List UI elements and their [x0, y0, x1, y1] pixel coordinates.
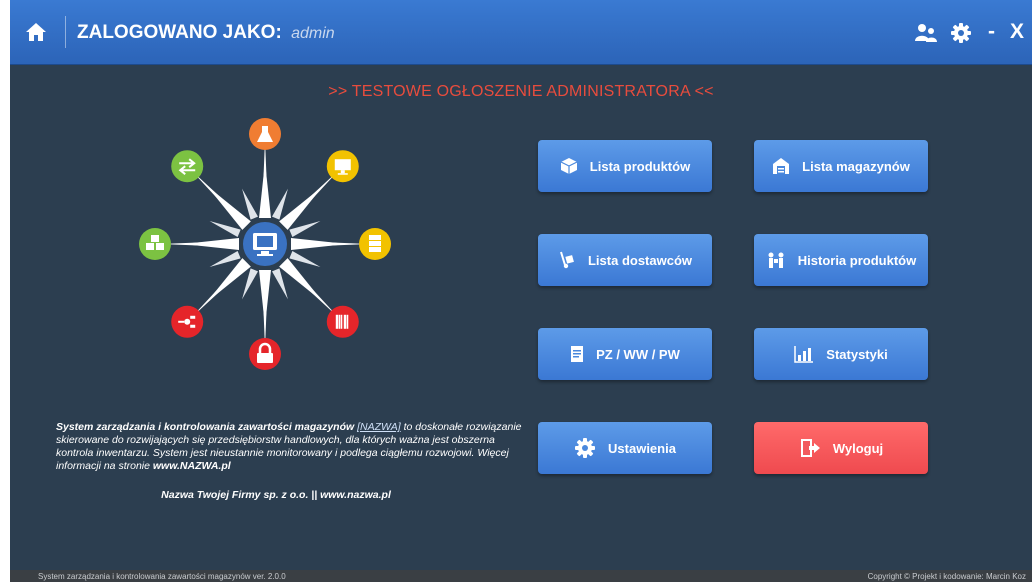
transfer-icon	[171, 150, 204, 183]
hand-truck-icon	[558, 251, 576, 269]
statistics-button[interactable]: Statystyki	[754, 328, 928, 380]
gear-icon	[951, 23, 971, 43]
spike	[259, 140, 271, 218]
spike	[291, 238, 369, 250]
products-list-button[interactable]: Lista produktów	[538, 140, 712, 192]
status-footer: System zarządzania i kontrolowania zawar…	[10, 570, 1032, 582]
lock-icon	[249, 338, 281, 370]
version-text: System zarządzania i kontrolowania zawar…	[38, 572, 286, 581]
app-window: ZALOGOWANO JAKO: admin - X >> TESTOWE OG…	[10, 0, 1032, 582]
flask-icon	[249, 118, 281, 150]
people-exchange-icon	[766, 251, 786, 269]
monitor-icon	[326, 150, 359, 183]
minimize-button[interactable]: -	[988, 20, 995, 44]
server-icon	[359, 228, 391, 260]
website-link[interactable]: www.NAZWA.pl	[153, 460, 231, 472]
system-description: System zarządzania i kontrolowania zawar…	[56, 421, 526, 473]
suppliers-list-label: Lista dostawców	[587, 252, 693, 268]
warehouses-list-button[interactable]: Lista magazynów	[754, 140, 928, 192]
home-icon	[26, 23, 46, 41]
bar-chart-icon	[794, 345, 814, 363]
gear-icon	[574, 437, 596, 459]
description-intro: System zarządzania i kontrolowania zawar…	[56, 421, 355, 433]
center-node	[243, 222, 287, 266]
barcode-icon	[326, 305, 359, 338]
users-button[interactable]	[914, 22, 938, 44]
boxes-icon	[139, 228, 171, 260]
documents-label: PZ / WW / PW	[596, 346, 680, 362]
login-label: ZALOGOWANO JAKO:	[77, 22, 282, 43]
warehouse-icon	[772, 157, 790, 175]
documents-button[interactable]: PZ / WW / PW	[538, 328, 712, 380]
spike	[161, 238, 239, 250]
top-bar: ZALOGOWANO JAKO: admin - X	[10, 0, 1032, 65]
home-button[interactable]	[22, 18, 50, 46]
copyright-text: Copyright © Projekt i kodowanie: Marcin …	[867, 572, 1026, 581]
inventory-graphic	[139, 118, 391, 370]
warehouses-list-label: Lista magazynów	[802, 158, 910, 174]
spike	[259, 270, 271, 348]
logout-button[interactable]: Wyloguj	[754, 422, 928, 474]
settings-nav-button[interactable]: Ustawienia	[538, 422, 712, 474]
settings-nav-label: Ustawienia	[608, 440, 676, 456]
product-history-label: Historia produktów	[797, 252, 917, 268]
products-list-label: Lista produktów	[589, 158, 691, 174]
box-icon	[560, 157, 578, 175]
statistics-label: Statystyki	[826, 346, 888, 362]
hierarchy-icon	[171, 305, 204, 338]
logout-icon	[799, 437, 821, 459]
logout-label: Wyloguj	[832, 440, 884, 456]
username: admin	[291, 25, 335, 42]
users-icon	[915, 24, 937, 42]
company-info: Nazwa Twojej Firmy sp. z o.o. || www.naz…	[161, 489, 391, 501]
close-button[interactable]: X	[1010, 20, 1024, 44]
settings-button[interactable]	[950, 22, 972, 44]
admin-announcement: >> TESTOWE OGŁOSZENIE ADMINISTRATORA <<	[328, 83, 714, 100]
top-bar-divider	[65, 16, 66, 48]
system-name-link[interactable]: [NAZWA]	[357, 421, 401, 433]
login-status: ZALOGOWANO JAKO: admin	[77, 22, 335, 44]
product-history-button[interactable]: Historia produktów	[754, 234, 928, 286]
suppliers-list-button[interactable]: Lista dostawców	[538, 234, 712, 286]
document-icon	[570, 345, 584, 363]
